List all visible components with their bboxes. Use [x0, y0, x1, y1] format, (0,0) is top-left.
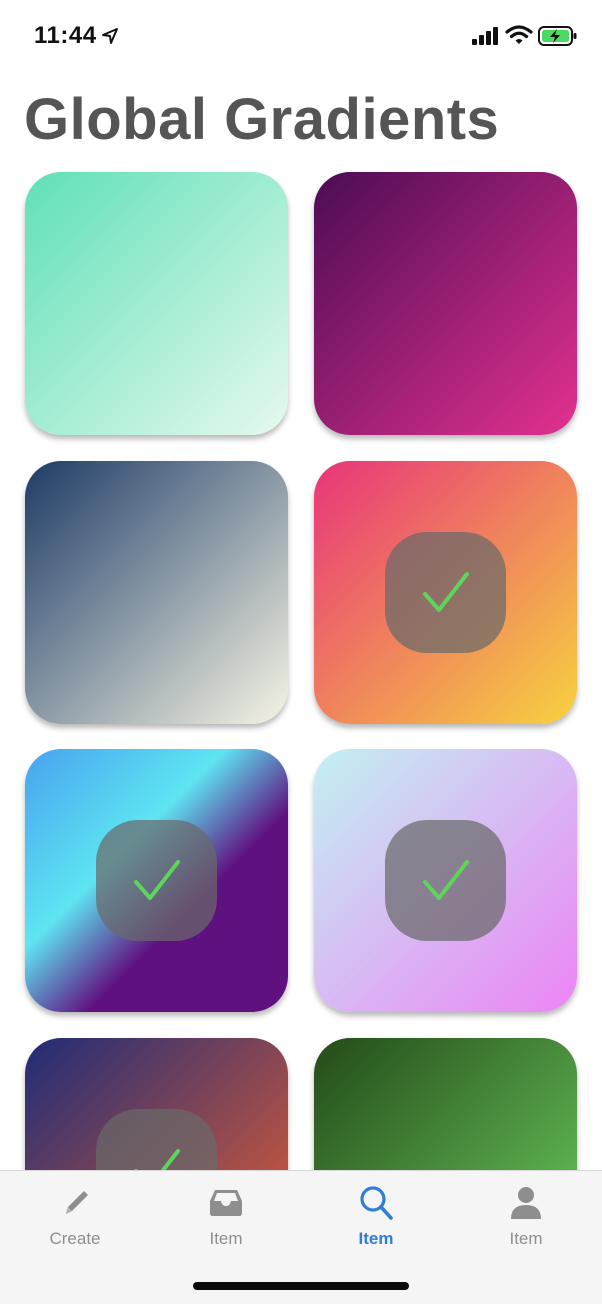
tab-item-profile[interactable]: Item [451, 1171, 601, 1261]
selected-checkmark-badge [385, 820, 506, 941]
selected-checkmark-badge [96, 820, 217, 941]
tab-create[interactable]: Create [0, 1171, 150, 1261]
battery-charging-icon [538, 26, 577, 46]
location-arrow-icon [102, 28, 118, 44]
tab-label: Item [358, 1229, 394, 1248]
page-title: Global Gradients [24, 87, 500, 152]
checkmark-icon [423, 572, 469, 612]
tab-label: Item [509, 1229, 543, 1248]
tab-item-inbox[interactable]: Item [151, 1171, 301, 1261]
home-indicator [193, 1282, 409, 1290]
gradient-tile[interactable] [25, 749, 288, 1012]
gradient-tile[interactable] [25, 172, 288, 435]
status-bar: 11:44 [0, 0, 602, 70]
search-icon [360, 1186, 393, 1220]
person-icon [511, 1187, 541, 1219]
gradient-tile[interactable] [314, 749, 577, 1012]
gradient-tile[interactable] [314, 172, 577, 435]
gradient-tile[interactable] [314, 461, 577, 724]
selected-checkmark-badge [385, 532, 506, 653]
cellular-signal-icon [472, 27, 498, 45]
tab-item-search[interactable]: Item [301, 1171, 451, 1261]
tab-label: Item [209, 1229, 243, 1248]
wifi-icon [505, 25, 533, 44]
inbox-tray-icon [210, 1190, 242, 1216]
gradient-tile[interactable] [25, 461, 288, 724]
pencil-icon [66, 1191, 88, 1214]
screen: 11:44 Global Gradients Create Item Item … [0, 0, 602, 1304]
checkmark-icon [134, 860, 180, 900]
checkmark-icon [423, 860, 469, 900]
tab-label: Create [49, 1229, 101, 1248]
status-time: 11:44 [34, 22, 97, 49]
